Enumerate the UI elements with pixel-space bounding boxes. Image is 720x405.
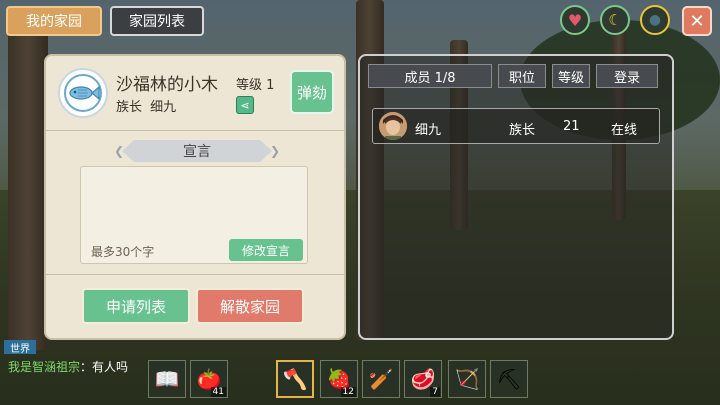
member-role: 族长 (509, 123, 536, 138)
share-button[interactable]: ⋖ (236, 96, 254, 114)
chat-text: ：有人吗 (80, 360, 129, 374)
header-member-count[interactable]: 成员 1/8 (368, 64, 492, 88)
header-level[interactable]: 等级 (552, 64, 590, 88)
apply-list-button[interactable]: 申请列表 (82, 288, 190, 324)
share-icon: ⋖ (240, 98, 250, 112)
hotbar-slot-pickaxe[interactable]: ⛏ (490, 360, 528, 398)
pickaxe-icon: ⛏ (496, 367, 522, 391)
water-status-button[interactable]: ● (640, 5, 670, 35)
declaration-box[interactable]: 最多30个字 修改宣言 (80, 166, 308, 264)
home-level: 等级 1 (236, 78, 275, 93)
chat-user: 我是智涵祖宗 (8, 360, 81, 374)
hotbar-slot-club[interactable]: 🏏 (362, 360, 400, 398)
member-level: 21 (563, 119, 580, 134)
declaration-placeholder: 最多30个字 (91, 245, 155, 259)
bow-icon: 🏹 (454, 367, 480, 391)
hotbar-slot-stone-axe[interactable]: 🪓 (276, 360, 314, 398)
member-list-panel: 成员 1/8 职位 等级 登录 细九 族长 21 在线 (358, 54, 674, 340)
water-drop-icon: ● (648, 12, 662, 28)
home-name: 沙福林的小木 (116, 75, 218, 95)
tab-my-home[interactable]: 我的家园 (6, 6, 102, 36)
hotbar-slot-book[interactable]: 📖 (148, 360, 186, 398)
item-count: 41 (210, 387, 226, 397)
heart-icon: ♥ (567, 10, 583, 30)
ornament-right-icon: ❯ (270, 144, 281, 158)
home-leader: 族长 细九 (116, 96, 176, 115)
item-count: 12 (340, 387, 356, 397)
hotbar-slot-strawberry[interactable]: 🍓 12 (320, 360, 358, 398)
impeach-button[interactable]: 弹劾 (290, 70, 334, 114)
avatar-icon (379, 112, 407, 140)
divider (46, 274, 344, 275)
item-count: 7 (430, 387, 440, 397)
hunger-status-button[interactable]: ☾ (600, 5, 630, 35)
close-button[interactable]: ✕ (682, 6, 712, 36)
header-role[interactable]: 职位 (498, 64, 546, 88)
hotbar-slot-tomato[interactable]: 🍅 41 (190, 360, 228, 398)
member-status: 在线 (611, 123, 638, 138)
table-row[interactable]: 细九 族长 21 在线 (372, 108, 660, 144)
avatar (379, 112, 407, 140)
disband-button[interactable]: 解散家园 (196, 288, 304, 324)
banana-icon: ☾ (608, 11, 622, 29)
fish-emblem-icon (64, 74, 102, 112)
club-icon: 🏏 (368, 367, 394, 391)
leader-label: 族长 (116, 100, 143, 115)
tab-home-list[interactable]: 家园列表 (110, 6, 204, 36)
close-icon: ✕ (689, 10, 705, 32)
home-info-panel: 沙福林的小木 等级 1 族长 细九 ⋖ 弹劾 ❮ 宣言 ❯ 最多30个字 修改宣… (44, 54, 346, 340)
divider (46, 130, 344, 131)
edit-declaration-button[interactable]: 修改宣言 (229, 239, 303, 261)
leader-name: 细九 (150, 100, 177, 115)
hotbar-slot-meat[interactable]: 🥩 7 (404, 360, 442, 398)
heart-status-button[interactable]: ♥ (560, 5, 590, 35)
chat-message[interactable]: 我是智涵祖宗：有人吗 (8, 358, 128, 375)
axe-icon: 🪓 (282, 367, 308, 391)
member-name: 细九 (415, 123, 442, 138)
declaration-title: 宣言 (122, 140, 272, 162)
book-icon: 📖 (154, 367, 180, 391)
world-channel-tag[interactable]: 世界 (4, 340, 36, 355)
hotbar-slot-bow[interactable]: 🏹 (448, 360, 486, 398)
home-emblem (58, 68, 108, 118)
header-login[interactable]: 登录 (596, 64, 658, 88)
